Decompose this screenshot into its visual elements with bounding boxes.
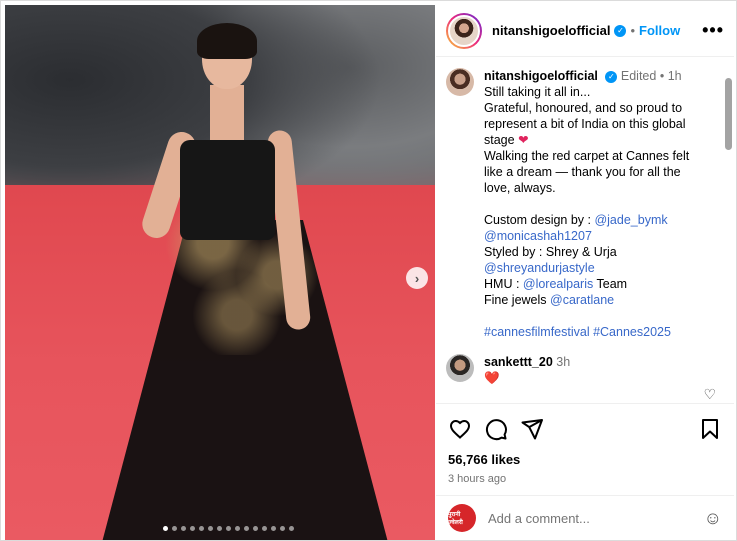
hashtags[interactable]: #cannesfilmfestival #Cannes2025 bbox=[484, 325, 671, 339]
carousel-next-button[interactable]: › bbox=[406, 267, 428, 289]
caption-edited: Edited bbox=[620, 69, 657, 83]
likes-count[interactable]: 56,766 likes bbox=[448, 452, 722, 467]
post-photo[interactable]: › bbox=[5, 5, 435, 540]
caption-row: nitanshigoelofficial ✓ Edited • 1h Still… bbox=[446, 68, 720, 340]
instagram-post-modal: › nitanshigoelofficial ✓ • Follow ••• ni… bbox=[0, 0, 737, 541]
current-user-avatar: पुरानी ज्वेलरी bbox=[448, 504, 476, 532]
comment-body: sankettt_20 3h ❤️ bbox=[484, 354, 570, 386]
header-separator: • bbox=[630, 23, 636, 38]
verified-badge-icon: ✓ bbox=[614, 24, 627, 37]
photo-hair bbox=[197, 23, 257, 59]
add-comment-input[interactable] bbox=[488, 510, 688, 526]
post-time-ago[interactable]: 3 hours ago bbox=[448, 473, 722, 485]
mention-lorealparis[interactable]: @lorealparis bbox=[523, 277, 593, 291]
red-heart-icon: ❤ bbox=[518, 133, 529, 147]
comment-time: 3h bbox=[556, 355, 571, 369]
caption-line-3: Walking the red carpet at Cannes felt li… bbox=[484, 149, 690, 195]
mention-monicashah[interactable]: @monicashah1207 bbox=[484, 229, 592, 243]
mention-shreyandurjastyle[interactable]: @shreyandurjastyle bbox=[484, 261, 595, 275]
caption-avatar[interactable] bbox=[446, 68, 474, 96]
post-header: nitanshigoelofficial ✓ • Follow ••• bbox=[436, 5, 734, 57]
carousel-dot bbox=[217, 526, 222, 531]
caption-separator: • bbox=[659, 69, 665, 83]
follow-button[interactable]: Follow bbox=[639, 23, 680, 38]
carousel-dot bbox=[181, 526, 186, 531]
custom-design-label: Custom design by : bbox=[484, 213, 595, 227]
action-icons bbox=[448, 412, 722, 446]
photo-dress-bodice bbox=[180, 140, 275, 240]
carousel-dot bbox=[280, 526, 285, 531]
comment-item: sankettt_20 3h ❤️ bbox=[446, 354, 720, 386]
carousel-dot bbox=[226, 526, 231, 531]
mention-jade-bymk[interactable]: @jade_bymk bbox=[594, 213, 667, 227]
styled-by-text: Styled by : Shrey & Urja bbox=[484, 245, 617, 259]
caption-verified-icon: ✓ bbox=[605, 70, 618, 83]
comment-bubble-icon[interactable] bbox=[484, 417, 508, 441]
add-comment-bar: पुरानी ज्वेलरी ☺ bbox=[436, 495, 734, 540]
emoji-icon[interactable]: ☺ bbox=[704, 508, 722, 529]
carousel-dot bbox=[172, 526, 177, 531]
hmu-suffix: Team bbox=[593, 277, 628, 291]
caption-time[interactable]: 1h bbox=[668, 69, 682, 83]
comments-scrollbar[interactable] bbox=[725, 78, 732, 150]
carousel-dot bbox=[289, 526, 294, 531]
bookmark-save-icon[interactable] bbox=[698, 417, 722, 441]
commenter-avatar[interactable] bbox=[446, 354, 474, 382]
carousel-dot bbox=[199, 526, 204, 531]
carousel-dots bbox=[163, 526, 294, 531]
mention-caratlane[interactable]: @caratlane bbox=[550, 293, 614, 307]
caption-text: nitanshigoelofficial ✓ Edited • 1h Still… bbox=[484, 68, 706, 340]
like-heart-icon[interactable] bbox=[448, 417, 472, 441]
commenter-username[interactable]: sankettt_20 bbox=[484, 355, 553, 369]
hmu-label: HMU : bbox=[484, 277, 523, 291]
photo-neck bbox=[210, 85, 244, 145]
carousel-dot bbox=[208, 526, 213, 531]
carousel-dot bbox=[253, 526, 258, 531]
caption-line-2: Grateful, honoured, and so proud to repr… bbox=[484, 101, 686, 147]
comment-text: ❤️ bbox=[484, 371, 500, 385]
carousel-dot bbox=[190, 526, 195, 531]
caption-username[interactable]: nitanshigoelofficial bbox=[484, 69, 598, 83]
jewels-label: Fine jewels bbox=[484, 293, 550, 307]
post-side-panel: nitanshigoelofficial ✓ • Follow ••• nita… bbox=[436, 5, 734, 540]
carousel-dot bbox=[163, 526, 168, 531]
more-options-icon[interactable]: ••• bbox=[702, 20, 724, 41]
carousel-dot bbox=[244, 526, 249, 531]
carousel-dot bbox=[262, 526, 267, 531]
comments-section[interactable]: nitanshigoelofficial ✓ Edited • 1h Still… bbox=[436, 58, 734, 403]
caption-line-1: Still taking it all in... bbox=[484, 85, 591, 99]
carousel-dot bbox=[271, 526, 276, 531]
share-send-icon[interactable] bbox=[520, 417, 544, 441]
comment-like-heart-icon[interactable]: ♡ bbox=[703, 386, 716, 403]
author-avatar[interactable] bbox=[446, 12, 482, 49]
post-actions: 56,766 likes 3 hours ago bbox=[436, 403, 734, 485]
carousel-dot bbox=[235, 526, 240, 531]
author-username[interactable]: nitanshigoelofficial bbox=[492, 23, 610, 38]
